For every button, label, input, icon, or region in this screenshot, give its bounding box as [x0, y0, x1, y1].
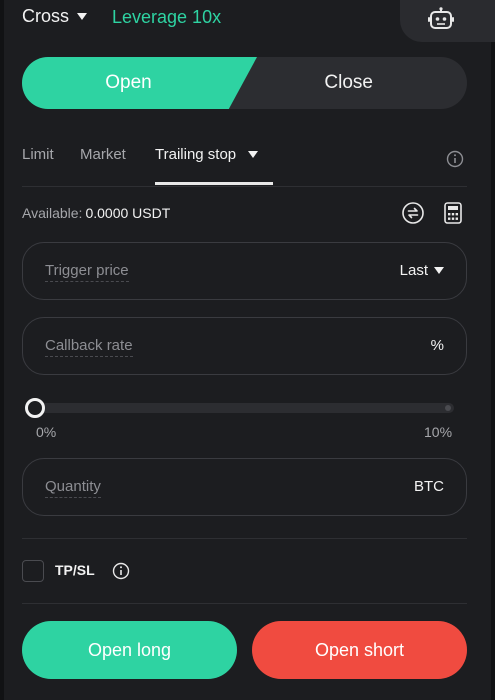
- trigger-type-select[interactable]: Last: [400, 262, 444, 279]
- quantity-field[interactable]: Quantity BTC: [22, 458, 467, 516]
- robot-icon: [428, 7, 454, 29]
- available-balance: Available: 0.0000 USDT: [22, 205, 170, 221]
- open-long-button[interactable]: Open long: [22, 621, 237, 679]
- available-label: Available:: [22, 205, 83, 221]
- active-tab-indicator: [155, 182, 273, 185]
- tpsl-checkbox[interactable]: [22, 560, 44, 582]
- open-tab-button[interactable]: Open: [22, 57, 257, 109]
- chevron-down-icon: [434, 267, 444, 274]
- panel-header: Cross Leverage 10x: [4, 0, 495, 42]
- order-type-tabs: Limit Market Trailing stop: [22, 146, 472, 186]
- chevron-down-icon: [248, 151, 259, 158]
- info-icon[interactable]: [112, 562, 130, 580]
- slider-min-label: 0%: [36, 424, 57, 440]
- callback-rate-unit: %: [430, 337, 444, 354]
- callback-rate-placeholder: Callback rate: [45, 337, 133, 357]
- info-icon[interactable]: [446, 150, 464, 168]
- quantity-unit: BTC: [414, 478, 444, 495]
- tab-trailing-stop[interactable]: Trailing stop: [155, 146, 259, 163]
- open-short-button[interactable]: Open short: [252, 621, 467, 679]
- slider-end-dot: [445, 405, 451, 411]
- tpsl-label: TP/SL: [55, 562, 95, 578]
- slider-max-label: 10%: [424, 424, 453, 440]
- calculator-icon[interactable]: [444, 202, 462, 224]
- trigger-price-field[interactable]: Trigger price Last: [22, 242, 467, 300]
- tab-trailing-stop-label: Trailing stop: [155, 146, 237, 163]
- available-value: 0.0000 USDT: [85, 205, 171, 221]
- tabs-divider: [22, 186, 467, 187]
- tab-market[interactable]: Market: [80, 146, 126, 163]
- quantity-placeholder: Quantity: [45, 478, 101, 498]
- callback-rate-field[interactable]: Callback rate %: [22, 317, 467, 375]
- trigger-price-placeholder: Trigger price: [45, 262, 129, 282]
- side-toggle: Close Open: [22, 57, 467, 109]
- trigger-type-label: Last: [399, 262, 428, 279]
- margin-mode-label: Cross: [22, 6, 70, 26]
- trade-panel: Cross Leverage 10x Close Open Limit Mark…: [4, 0, 495, 700]
- leverage-button[interactable]: Leverage 10x: [112, 7, 221, 28]
- bot-tab[interactable]: [400, 0, 495, 42]
- slider-thumb[interactable]: [25, 398, 45, 418]
- chevron-down-icon: [77, 13, 88, 20]
- percentage-slider-track[interactable]: [32, 403, 454, 413]
- transfer-icon[interactable]: [402, 202, 424, 224]
- tab-limit[interactable]: Limit: [22, 146, 54, 163]
- section-divider: [22, 538, 467, 539]
- margin-mode-select[interactable]: Cross: [22, 6, 88, 27]
- section-divider: [22, 603, 467, 604]
